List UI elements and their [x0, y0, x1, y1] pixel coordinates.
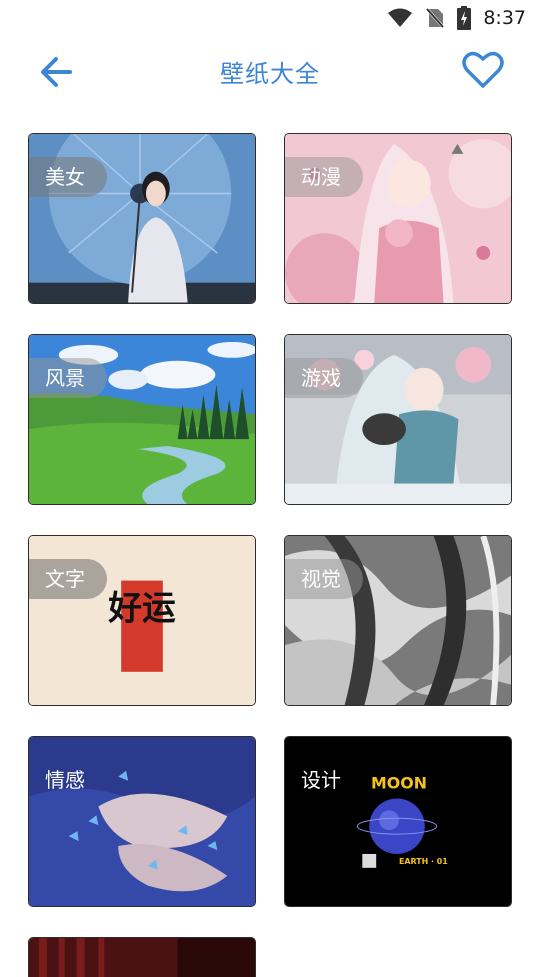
- category-card-anime[interactable]: 动漫: [284, 133, 512, 304]
- category-label: 游戏: [285, 358, 363, 398]
- battery-icon: [457, 6, 472, 30]
- category-card-beauty[interactable]: 美女: [28, 133, 256, 304]
- app-bar: 壁纸大全: [0, 36, 540, 106]
- category-label: 风景: [29, 358, 107, 398]
- earth-label: EARTH · 01: [399, 857, 448, 866]
- category-card-visual[interactable]: 视觉: [284, 535, 512, 706]
- category-card-partial[interactable]: [28, 937, 256, 977]
- status-bar: 8:37: [0, 0, 540, 36]
- category-card-scenery[interactable]: 风景: [28, 334, 256, 505]
- category-card-text[interactable]: 好运 文字: [28, 535, 256, 706]
- category-label: 美女: [29, 157, 107, 197]
- category-label: 文字: [29, 559, 107, 599]
- category-label: 情感: [45, 768, 85, 792]
- category-label: 动漫: [285, 157, 363, 197]
- lucky-char-1: 好运: [107, 588, 176, 627]
- category-label: 设计: [301, 768, 341, 792]
- no-sim-icon: [425, 7, 446, 29]
- category-card-design[interactable]: MOON EARTH · 01 设计: [284, 736, 512, 907]
- partial-thumbnail: [29, 938, 255, 977]
- moon-title: MOON: [371, 774, 427, 793]
- category-card-game[interactable]: 游戏: [284, 334, 512, 505]
- heart-icon[interactable]: [462, 50, 504, 90]
- wifi-icon: [388, 8, 413, 27]
- category-label: 视觉: [285, 559, 363, 599]
- status-time: 8:37: [483, 7, 526, 29]
- page-title: 壁纸大全: [220, 60, 320, 88]
- category-card-emotion[interactable]: 情感: [28, 736, 256, 907]
